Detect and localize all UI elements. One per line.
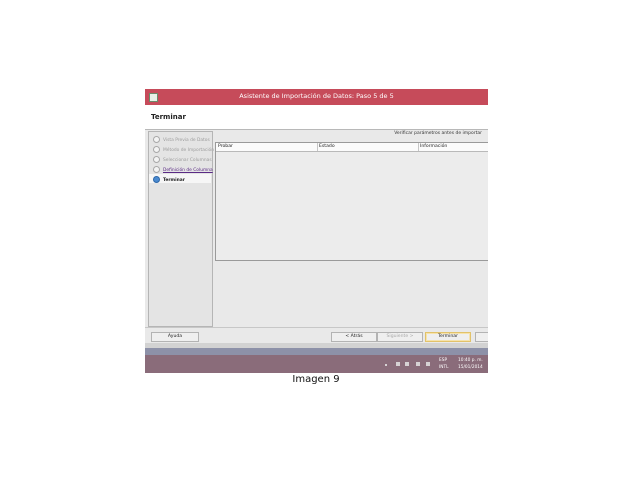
- clock-time[interactable]: 10:40 p. m.: [458, 358, 483, 363]
- step-bullet-icon: [153, 166, 160, 173]
- step-bullet-icon: [153, 146, 160, 153]
- step-import-method[interactable]: Método de Importación: [153, 146, 215, 155]
- step-finish[interactable]: Terminar: [153, 176, 211, 185]
- step-bullet-icon: [153, 156, 160, 163]
- title-bar: Asistente de Importación de Datos: Paso …: [145, 89, 488, 105]
- screenshot-frame: Asistente de Importación de Datos: Paso …: [145, 89, 488, 373]
- step-bullet-icon: [153, 136, 160, 143]
- column-separator[interactable]: [317, 143, 318, 151]
- taskbar: ESP INTL 10:40 p. m. 15/01/2014: [145, 355, 488, 373]
- power-icon[interactable]: [416, 362, 420, 366]
- show-hidden-icons-icon[interactable]: [385, 364, 387, 366]
- step-label: Seleccionar Columnas: [163, 158, 212, 163]
- footer-divider: [145, 327, 488, 328]
- wizard-header: Terminar: [145, 105, 488, 129]
- window-title: Asistente de Importación de Datos: Paso …: [239, 92, 394, 100]
- verify-label: Verificar parámetros antes de importar: [394, 131, 482, 136]
- step-column-definition[interactable]: Definición de Columna: [153, 166, 213, 175]
- results-grid[interactable]: Probar Estado Información: [215, 142, 488, 261]
- page-title: Terminar: [151, 113, 186, 121]
- step-data-preview[interactable]: Vista Previa de Datos: [153, 136, 211, 145]
- step-select-columns[interactable]: Seleccionar Columnas: [153, 156, 212, 165]
- image-caption: Imagen 9: [292, 374, 340, 385]
- help-button[interactable]: Ayuda: [151, 332, 199, 342]
- cancel-button-partial[interactable]: [475, 332, 488, 342]
- step-label: Método de Importación: [163, 148, 215, 153]
- back-button[interactable]: < Atrás: [331, 332, 377, 342]
- step-current-icon: [153, 176, 160, 183]
- steps-sidebar: Vista Previa de Datos Método de Importac…: [148, 131, 215, 327]
- header-divider: [145, 129, 488, 130]
- desktop-strip: [145, 348, 488, 355]
- step-label: Terminar: [163, 178, 185, 183]
- finish-button[interactable]: Terminar: [425, 332, 471, 342]
- flag-icon[interactable]: [396, 362, 400, 366]
- clock-date[interactable]: 15/01/2014: [458, 365, 483, 370]
- grid-header: Probar Estado Información: [216, 143, 488, 152]
- next-button[interactable]: Siguiente >: [377, 332, 423, 342]
- column-header-informacion[interactable]: Información: [420, 144, 447, 149]
- step-label: Vista Previa de Datos: [163, 138, 210, 143]
- column-separator[interactable]: [418, 143, 419, 151]
- column-header-probar[interactable]: Probar: [218, 144, 233, 149]
- network-icon[interactable]: [405, 362, 409, 366]
- step-label: Definición de Columna: [163, 168, 213, 173]
- volume-icon[interactable]: [426, 362, 430, 366]
- language-indicator[interactable]: ESP: [439, 358, 447, 363]
- keyboard-layout[interactable]: INTL: [439, 365, 449, 370]
- column-header-estado[interactable]: Estado: [319, 144, 335, 149]
